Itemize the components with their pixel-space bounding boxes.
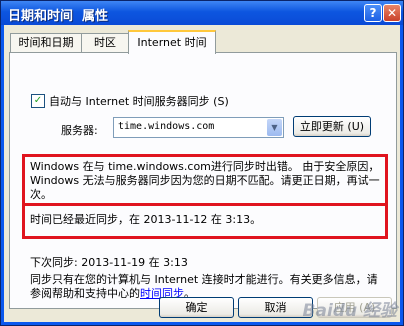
close-icon: ✕ <box>386 6 398 20</box>
dialog-window: 日期和时间 属性 ? ✕ 时间和日期 时区 Internet 时间 ✓ 自动与 … <box>0 0 404 326</box>
internet-time-panel: ✓ 自动与 Internet 时间服务器同步 (S) 服务器: time.win… <box>9 52 397 309</box>
help-icon: ? <box>369 6 377 20</box>
update-now-button[interactable]: 立即更新 (U) <box>293 116 371 137</box>
title-bar[interactable]: 日期和时间 属性 ? ✕ <box>1 1 403 25</box>
error-highlight-box <box>22 154 388 206</box>
help-button[interactable]: ? <box>364 4 382 22</box>
close-button[interactable]: ✕ <box>383 4 401 22</box>
baidu-watermark: Baidu 经验 <box>302 301 397 321</box>
server-value: time.windows.com <box>118 121 215 132</box>
tab-internet-time[interactable]: Internet 时间 <box>128 30 216 54</box>
dialog-body: 时间和日期 时区 Internet 时间 ✓ 自动与 Internet 时间服务… <box>4 25 400 322</box>
next-sync-status: 下次同步: 2013-11-19 在 3:13 <box>30 256 188 269</box>
window-title: 日期和时间 属性 <box>8 9 109 24</box>
last-sync-highlight-box <box>22 203 388 239</box>
ok-button[interactable]: 确定 <box>159 297 234 318</box>
server-label: 服务器: <box>61 124 98 137</box>
tab-date-time[interactable]: 时间和日期 <box>10 33 82 52</box>
tab-time-zone[interactable]: 时区 <box>81 33 129 52</box>
auto-sync-label[interactable]: 自动与 Internet 时间服务器同步 (S) <box>49 93 229 109</box>
auto-sync-checkbox[interactable]: ✓ <box>31 94 45 108</box>
chevron-down-icon[interactable]: ▼ <box>267 119 282 136</box>
server-combobox[interactable]: time.windows.com ▼ <box>113 117 284 138</box>
